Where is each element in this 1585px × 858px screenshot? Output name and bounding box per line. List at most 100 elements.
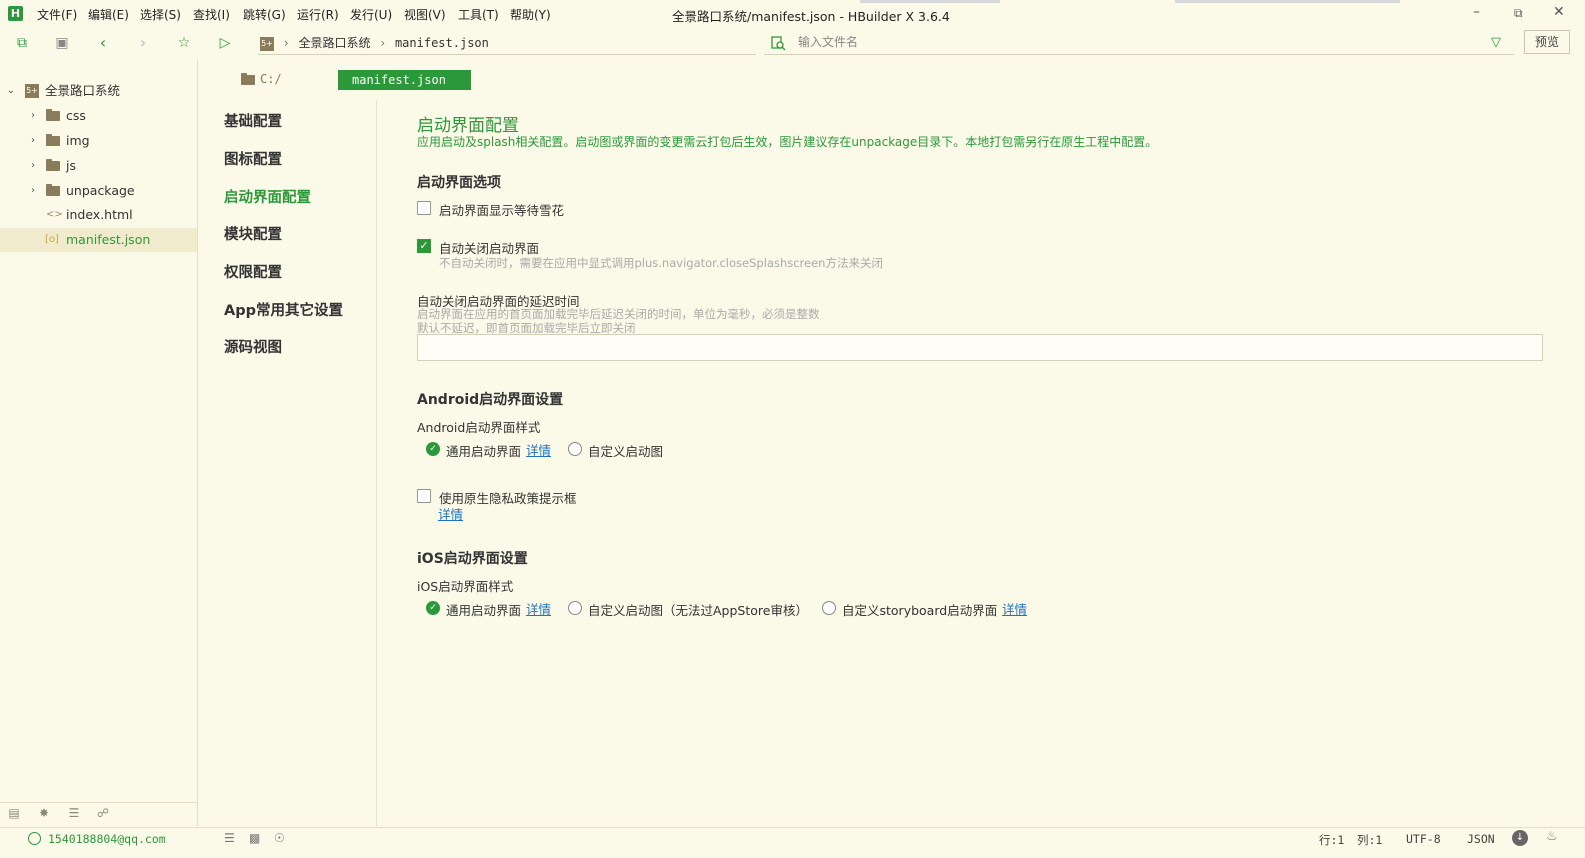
section-title-ios: iOS启动界面设置	[417, 551, 528, 567]
ios-custom-radio[interactable]	[568, 601, 582, 615]
cursor-line[interactable]: 行:1	[1319, 832, 1344, 848]
syntax-indicator[interactable]: JSON	[1467, 832, 1495, 846]
ios-common-detail-link[interactable]: 详情	[526, 599, 551, 618]
tree-item-unpackage[interactable]: › unpackage	[0, 179, 197, 203]
android-custom-radio[interactable]	[568, 442, 582, 456]
bell-icon[interactable]: ♨	[1546, 829, 1558, 844]
restore-icon[interactable]: ⧉	[1514, 6, 1523, 21]
chevron-right-icon[interactable]: ›	[28, 154, 38, 178]
user-email[interactable]: 1540188804@qq.com	[48, 832, 166, 846]
folder-icon	[46, 184, 60, 196]
ios-storyboard-detail-link[interactable]: 详情	[1002, 599, 1027, 618]
nav-module-config[interactable]: 模块配置	[224, 223, 282, 244]
tree-project-label: 全景路口系统	[45, 83, 121, 98]
android-style-label: Android启动界面样式	[417, 420, 541, 435]
menu-file[interactable]: 文件(F)	[37, 6, 77, 23]
window-shadow	[1175, 0, 1400, 3]
encoding-indicator[interactable]: UTF-8	[1406, 832, 1441, 846]
close-icon[interactable]: ✕	[1553, 4, 1565, 20]
folder-icon	[46, 134, 60, 146]
nav-app-other-settings[interactable]: App常用其它设置	[224, 299, 343, 320]
tree-item-img[interactable]: › img	[0, 129, 197, 153]
editor-path[interactable]: C:/	[260, 72, 282, 86]
section-title-options: 启动界面选项	[417, 175, 501, 191]
window-shadow	[860, 0, 1000, 3]
folder-view-icon[interactable]: ▤	[6, 806, 22, 820]
chevron-right-icon[interactable]: ›	[28, 129, 38, 153]
menu-edit[interactable]: 编辑(E)	[88, 6, 129, 23]
tree-project-root[interactable]: ⌄ 5+ 全景路口系统	[0, 79, 197, 103]
breadcrumb-file[interactable]: manifest.json	[395, 36, 489, 50]
ios-common-label: 通用启动界面	[446, 603, 522, 618]
tree-item-index-html[interactable]: <> index.html	[0, 203, 197, 227]
chevron-right-icon[interactable]: ›	[28, 104, 38, 128]
forward-icon[interactable]: ›	[134, 34, 152, 52]
nav-source-view[interactable]: 源码视图	[224, 336, 282, 357]
minimize-icon[interactable]: –	[1473, 4, 1480, 20]
folder-icon	[46, 159, 60, 171]
breadcrumb-separator-icon: ›	[380, 36, 386, 50]
show-snow-label: 启动界面显示等待雪花	[439, 203, 565, 218]
delay-time-input[interactable]	[417, 334, 1543, 361]
breadcrumb-underline	[258, 54, 756, 55]
tree-item-label: css	[66, 108, 86, 123]
tree-item-css[interactable]: › css	[0, 104, 197, 128]
chevron-down-icon[interactable]: ⌄	[6, 79, 16, 103]
ios-common-radio[interactable]: ✓	[426, 601, 440, 615]
terminal-icon[interactable]: ▩	[249, 831, 260, 845]
new-file-icon[interactable]: ⧉	[13, 34, 31, 52]
list-icon[interactable]: ☰	[224, 831, 235, 845]
ios-style-label: iOS启动界面样式	[417, 579, 514, 594]
privacy-detail-link[interactable]: 详情	[438, 504, 463, 523]
menu-run[interactable]: 运行(R)	[297, 6, 339, 23]
menu-find[interactable]: 查找(I)	[193, 6, 230, 23]
ios-storyboard-radio[interactable]	[822, 601, 836, 615]
search-list-icon[interactable]: ☰	[66, 806, 82, 820]
menu-publish[interactable]: 发行(U)	[350, 6, 392, 23]
android-common-radio[interactable]: ✓	[426, 442, 440, 456]
preview-button[interactable]: 预览	[1524, 30, 1570, 54]
privacy-checkbox[interactable]	[417, 489, 431, 503]
breadcrumb-project[interactable]: 全景路口系统	[298, 36, 370, 50]
menu-goto[interactable]: 跳转(G)	[243, 6, 286, 23]
filter-icon[interactable]: ▽	[1491, 35, 1501, 50]
android-common-detail-link[interactable]: 详情	[526, 440, 551, 459]
tree-item-label: js	[66, 158, 76, 173]
menu-tools[interactable]: 工具(T)	[458, 6, 499, 23]
folder-icon	[46, 109, 60, 121]
user-icon[interactable]	[28, 832, 41, 845]
menu-select[interactable]: 选择(S)	[140, 6, 181, 23]
tree-item-manifest-json[interactable]: [o] manifest.json	[0, 228, 197, 252]
plugin-icon[interactable]: ☍	[95, 806, 111, 820]
download-icon[interactable]: ↓	[1512, 830, 1528, 846]
tree-item-label: unpackage	[66, 183, 135, 198]
tab-manifest-json[interactable]: manifest.json	[338, 70, 471, 90]
menu-view[interactable]: 视图(V)	[404, 6, 446, 23]
run-icon[interactable]: ▷	[216, 34, 234, 52]
window-title: 全景路口系统/manifest.json - HBuilder X 3.6.4	[672, 9, 950, 24]
nav-divider	[376, 100, 377, 826]
tree-item-js[interactable]: › js	[0, 154, 197, 178]
project-icon: 5+	[25, 84, 39, 98]
debug-icon[interactable]: ✸	[36, 806, 52, 820]
android-common-label: 通用启动界面	[446, 444, 522, 459]
nav-permission-config[interactable]: 权限配置	[224, 261, 282, 282]
cursor-col[interactable]: 列:1	[1357, 832, 1382, 848]
chevron-right-icon[interactable]: ›	[28, 179, 38, 203]
nav-basic-config[interactable]: 基础配置	[224, 110, 282, 131]
breadcrumb: 5+ › 全景路口系统 › manifest.json	[260, 34, 489, 52]
save-icon[interactable]: ▣	[53, 34, 71, 52]
show-snow-checkbox[interactable]	[417, 201, 431, 215]
file-search-input[interactable]	[798, 33, 1478, 51]
breadcrumb-separator-icon: ›	[283, 36, 289, 50]
back-icon[interactable]: ‹	[94, 34, 112, 52]
nav-icon-config[interactable]: 图标配置	[224, 148, 282, 169]
hbuilder-logo-icon: H	[8, 6, 23, 21]
star-icon[interactable]: ☆	[175, 34, 193, 52]
auto-close-checkbox[interactable]: ✓	[417, 239, 431, 253]
ios-storyboard-label: 自定义storyboard启动界面	[842, 603, 998, 618]
menu-help[interactable]: 帮助(Y)	[510, 6, 551, 23]
nav-splash-config[interactable]: 启动界面配置	[224, 186, 311, 207]
android-custom-label: 自定义启动图	[588, 444, 664, 459]
globe-icon[interactable]: ☉	[274, 831, 285, 845]
